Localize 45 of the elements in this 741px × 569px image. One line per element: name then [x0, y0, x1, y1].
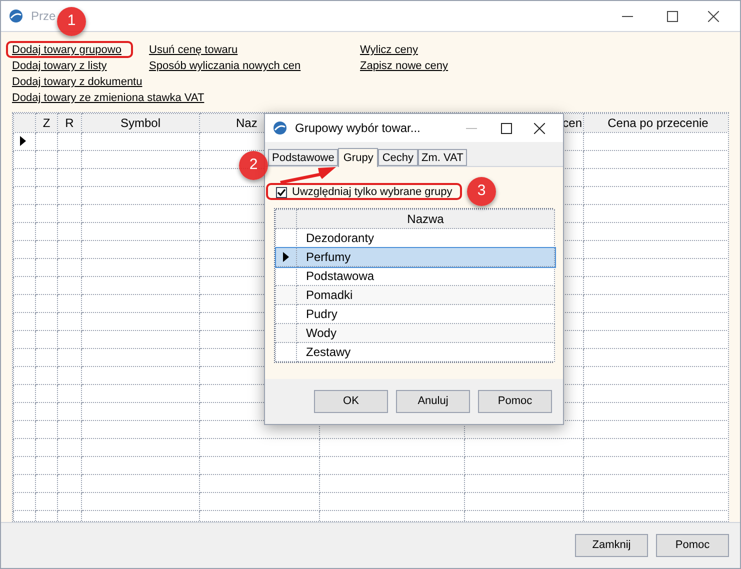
close-icon[interactable] [708, 10, 719, 22]
row-pointer-icon [283, 252, 289, 262]
close-icon[interactable] [534, 122, 545, 134]
checkbox-label[interactable]: Uwzględniaj tylko wybrane grupy [292, 184, 452, 200]
list-row[interactable]: Wody [276, 324, 554, 342]
button[interactable]: Anuluj [396, 390, 470, 413]
link[interactable]: Dodaj towary z listy [12, 58, 107, 74]
button[interactable]: OK [314, 390, 388, 413]
maximize-icon[interactable] [667, 10, 678, 22]
link[interactable]: Zapisz nowe ceny [360, 58, 448, 74]
cell-text: Dezodoranty [306, 231, 374, 245]
app-logo-icon [273, 121, 287, 135]
checkbox[interactable] [276, 186, 287, 198]
maximize-icon[interactable] [501, 122, 512, 134]
list-row[interactable]: Dezodoranty [276, 228, 554, 248]
list-row[interactable]: Pomadki [276, 286, 554, 304]
cell-text: Zestawy [306, 345, 351, 359]
arrow-icon [279, 166, 337, 184]
dialog-title: Grupowy wybór towar... [295, 120, 420, 137]
link[interactable]: Dodaj towary grupowo [12, 42, 122, 58]
list-row[interactable]: Zestawy [276, 342, 554, 362]
link[interactable]: Dodaj towary z dokumentu [12, 74, 142, 90]
button[interactable]: Zamknij [575, 534, 648, 557]
cell-text: Pudry [306, 307, 338, 321]
list-row[interactable]: Pudry [276, 304, 554, 324]
list-row[interactable]: Perfumy [276, 248, 554, 266]
row-pointer-icon [20, 136, 26, 146]
tab[interactable]: Zm. VAT [418, 149, 468, 166]
tab[interactable]: Grupy [338, 148, 378, 167]
column-header[interactable]: Nazwa [407, 212, 444, 226]
cell-text: Wody [306, 326, 336, 340]
cell-text: Podstawowa [306, 269, 374, 283]
button[interactable]: Pomoc [478, 390, 552, 413]
cell-text: Pomadki [306, 288, 353, 302]
link[interactable]: Wylicz ceny [360, 42, 418, 58]
app-logo-icon [9, 9, 23, 23]
cell-text: Perfumy [306, 250, 351, 264]
link[interactable]: Dodaj towary ze zmieniona stawka VAT [12, 90, 204, 106]
button[interactable]: Pomoc [656, 534, 729, 557]
column-header[interactable]: Naz [236, 116, 258, 130]
tab[interactable]: Cechy [378, 149, 418, 166]
link[interactable]: Usuń cenę towaru [149, 42, 238, 58]
link[interactable]: Sposób wyliczania nowych cen [149, 58, 301, 74]
window-title: Prze [31, 8, 56, 25]
tab[interactable]: Podstawowe [268, 149, 338, 166]
